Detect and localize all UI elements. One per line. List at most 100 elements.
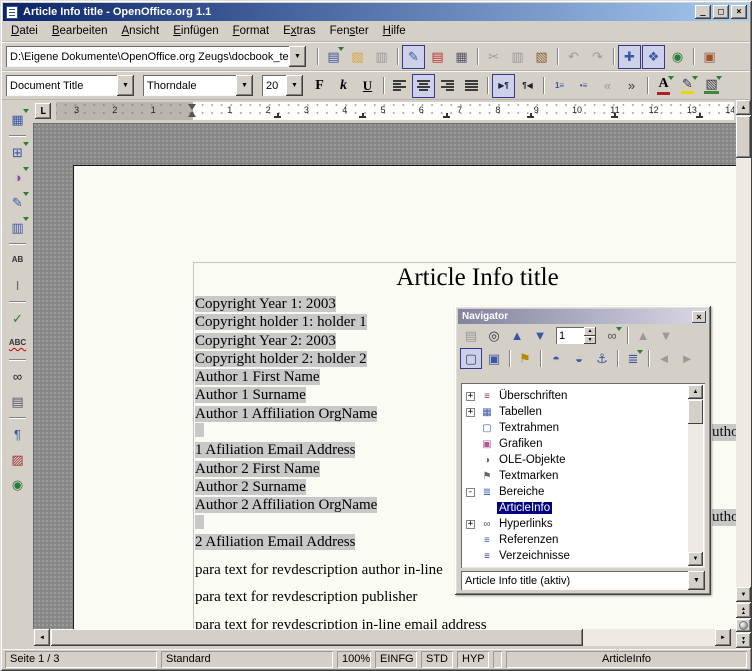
autotext-button[interactable]: AB <box>5 248 30 272</box>
hyperlink-dialog-button[interactable]: ◉ <box>666 45 689 69</box>
font-name-combobox[interactable]: Thorndale <box>143 75 253 96</box>
navigation-dot-button[interactable] <box>736 619 751 632</box>
increase-indent-button[interactable]: » <box>620 74 643 98</box>
list-box-toggle-button[interactable]: ▢ <box>460 348 482 369</box>
numbering-button[interactable]: 1≡ <box>548 74 571 98</box>
find-replace-button[interactable]: ∞ <box>5 364 30 388</box>
previous-object-button[interactable]: ▲ <box>506 325 528 346</box>
menu-format[interactable]: Format <box>226 23 276 39</box>
demote-level-button[interactable]: ► <box>676 348 698 369</box>
menu-extras[interactable]: Extras <box>276 23 323 39</box>
status-insert-mode[interactable]: EINFG <box>375 651 417 668</box>
status-hyperlink-mode[interactable]: HYP <box>457 651 489 668</box>
tab-stop-marker[interactable] <box>274 113 281 118</box>
menu-datei[interactable]: Datei <box>4 23 45 39</box>
tree-item-textrahmen[interactable]: ▢ Textrahmen <box>463 420 687 436</box>
scrollbar-thumb[interactable] <box>736 116 751 158</box>
document-title-text[interactable]: Article Info title <box>195 263 736 295</box>
draw-functions-button[interactable]: ✎ <box>5 190 30 214</box>
open-button[interactable]: ▧ <box>346 45 369 69</box>
menu-fenster[interactable]: Fenster <box>323 23 376 39</box>
scroll-down-icon[interactable] <box>736 587 751 602</box>
italic-button[interactable]: k <box>332 74 355 98</box>
scrollbar-thumb[interactable] <box>51 629 583 646</box>
tree-item-bereiche[interactable]: - ≣ Bereiche <box>463 484 687 500</box>
demote-chapter-button[interactable]: ▼ <box>655 325 677 346</box>
dropdown-arrow-icon[interactable] <box>289 46 306 67</box>
heading-levels-button[interactable]: ≣ <box>622 348 644 369</box>
scroll-up-icon[interactable] <box>736 100 751 115</box>
expand-toggle-icon[interactable]: - <box>466 488 475 497</box>
menu-bearbeiten[interactable]: Bearbeiten <box>45 23 115 39</box>
scroll-right-icon[interactable] <box>715 629 731 646</box>
online-layout-button[interactable]: ◉ <box>5 472 30 496</box>
auto-spellcheck-button[interactable]: ABC <box>5 331 30 355</box>
menu-ansicht[interactable]: Ansicht <box>115 23 167 39</box>
stylist-button[interactable]: ❖ <box>642 45 665 69</box>
ltr-button[interactable]: ▶¶ <box>492 74 515 98</box>
horizontal-ruler[interactable]: 321 1234567891011121314 <box>56 102 734 120</box>
vertical-scrollbar[interactable] <box>736 100 751 649</box>
paragraph-style-combobox[interactable]: Document Title <box>6 75 134 96</box>
rtl-button[interactable]: ¶◀ <box>516 74 539 98</box>
insert-table-button[interactable]: ▦ <box>5 107 30 131</box>
form-functions-button[interactable]: ▥ <box>5 215 30 239</box>
tree-scrollbar[interactable] <box>688 385 703 566</box>
tree-item-grafiken[interactable]: ▣ Grafiken <box>463 436 687 452</box>
print-button[interactable]: ▦ <box>450 45 473 69</box>
font-color-button[interactable]: A <box>652 74 675 98</box>
promote-chapter-button[interactable]: ▲ <box>632 325 654 346</box>
maximize-button[interactable]: □ <box>713 5 729 19</box>
menu-hilfe[interactable]: Hilfe <box>376 23 413 39</box>
nonprinting-chars-button[interactable]: ¶ <box>5 422 30 446</box>
paste-button[interactable]: ▧ <box>530 45 553 69</box>
align-right-button[interactable] <box>436 74 459 98</box>
tab-stop-marker[interactable] <box>359 113 366 118</box>
new-document-button[interactable]: ▤ <box>322 45 345 69</box>
scroll-left-icon[interactable] <box>34 629 50 646</box>
export-pdf-button[interactable]: ▤ <box>426 45 449 69</box>
edit-file-button[interactable]: ✎ <box>402 45 425 69</box>
data-sources-button[interactable]: ▤ <box>5 389 30 413</box>
tab-stop-marker[interactable] <box>443 113 450 118</box>
tree-item-referenzen[interactable]: ≡ Referenzen <box>463 532 687 548</box>
document-selector-combobox[interactable]: Article Info title (aktiv) <box>461 571 705 590</box>
direct-cursor-button[interactable]: I <box>5 273 30 297</box>
next-page-button[interactable] <box>736 633 751 648</box>
cut-button[interactable]: ✂ <box>482 45 505 69</box>
status-page-style[interactable]: Standard <box>161 651 333 668</box>
navigator-title-bar[interactable]: Navigator × <box>458 309 708 324</box>
previous-page-button[interactable] <box>736 603 751 618</box>
bullets-button[interactable]: •≡ <box>572 74 595 98</box>
content-view-button[interactable]: ▣ <box>483 348 505 369</box>
spin-up-icon[interactable] <box>584 327 596 336</box>
navigator-close-button[interactable]: × <box>692 311 706 323</box>
tree-item-hyperlinks[interactable]: + ∞ Hyperlinks <box>463 516 687 532</box>
footer-button[interactable]: ◒ <box>568 348 590 369</box>
close-button[interactable]: × <box>731 5 747 19</box>
scrollbar-thumb[interactable] <box>688 400 703 424</box>
status-selection-mode[interactable]: STD <box>421 651 453 668</box>
document-line[interactable]: para text for revdescription in-line ema… <box>195 616 736 629</box>
gallery-button[interactable]: ▣ <box>698 45 721 69</box>
expand-toggle-icon[interactable]: + <box>466 392 475 401</box>
align-left-button[interactable] <box>388 74 411 98</box>
navigation-button[interactable]: ◎ <box>483 325 505 346</box>
save-button[interactable]: ▥ <box>370 45 393 69</box>
spellcheck-button[interactable]: ✓ <box>5 306 30 330</box>
undo-button[interactable]: ↶ <box>562 45 585 69</box>
minimize-button[interactable]: _ <box>695 5 711 19</box>
menu-einfuegen[interactable]: Einfügen <box>166 23 225 39</box>
next-object-button[interactable]: ▼ <box>529 325 551 346</box>
expand-toggle-icon[interactable]: + <box>466 408 475 417</box>
tab-type-button[interactable]: L <box>35 103 51 119</box>
scroll-down-icon[interactable] <box>688 552 703 566</box>
promote-level-button[interactable]: ◄ <box>653 348 675 369</box>
bold-button[interactable]: F <box>308 74 331 98</box>
status-page[interactable]: Seite 1 / 3 <box>5 651 157 668</box>
underline-button[interactable]: U <box>356 74 379 98</box>
anchor-text-button[interactable]: ⚓ <box>591 348 613 369</box>
align-center-button[interactable] <box>412 74 435 98</box>
copy-button[interactable]: ▥ <box>506 45 529 69</box>
header-button[interactable]: ◓ <box>545 348 567 369</box>
